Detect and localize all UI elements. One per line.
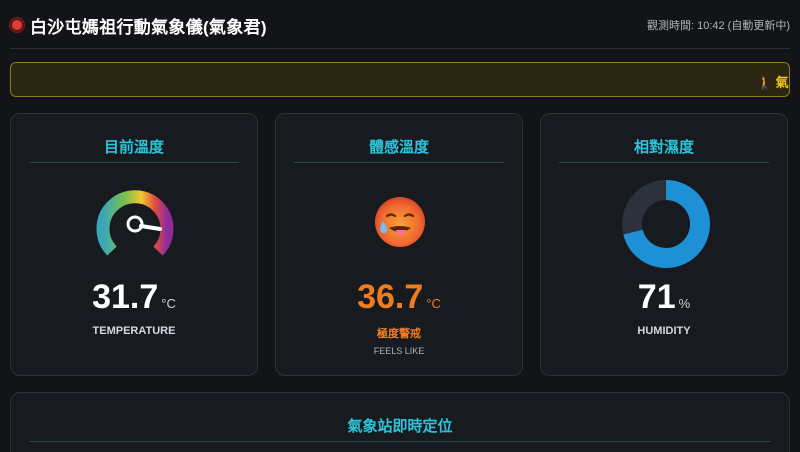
humidity-ring-chart — [622, 180, 710, 268]
walking-person-icon: 🚶 — [757, 76, 772, 90]
temperature-value: 31.7 — [92, 278, 159, 316]
card-divider — [559, 162, 769, 163]
live-indicator-icon — [10, 18, 24, 32]
humidity-value: 71 — [637, 278, 676, 316]
heat-warning-label: 極度警戒 — [377, 328, 421, 340]
card-divider — [294, 162, 504, 163]
alert-ticker: 🚶 氣 — [10, 62, 790, 97]
ticker-message: 氣 — [775, 75, 789, 90]
observation-time: 觀測時間: 10:42 (自動更新中) — [646, 20, 790, 32]
thermometer-gauge-icon — [96, 190, 174, 256]
app-header: 白沙屯媽祖行動氣象儀(氣象君) 觀測時間: 10:42 (自動更新中) — [0, 0, 800, 50]
temperature-unit: °C — [161, 296, 176, 311]
feels-like-unit: °C — [426, 296, 441, 311]
temperature-card: 目前溫度 31.7 °C TEMPERATURE — [10, 113, 258, 376]
page-title: 白沙屯媽祖行動氣象儀(氣象君) — [30, 17, 267, 37]
header-divider — [10, 48, 790, 49]
humidity-unit: % — [678, 296, 691, 311]
feels-like-card: 體感溫度 36.7 °C 極度警戒 FEELS LIKE — [275, 113, 523, 376]
card-divider — [29, 441, 771, 442]
humidity-value-row: 71% — [541, 278, 787, 317]
feels-like-title: 體感溫度 — [368, 139, 429, 156]
station-location-card: 氣象站即時定位 — [10, 392, 790, 452]
ticker-text: 🚶 氣 — [757, 72, 789, 91]
feels-like-value-row: 36.7 °C — [276, 278, 522, 317]
humidity-label: HUMIDITY — [637, 325, 691, 337]
feels-like-label: FEELS LIKE — [373, 346, 425, 356]
station-location-title: 氣象站即時定位 — [347, 418, 453, 435]
temperature-title: 目前溫度 — [103, 139, 164, 156]
hot-face-emoji-icon — [375, 197, 425, 247]
feels-like-value: 36.7 — [357, 278, 424, 316]
humidity-card: 相對濕度 71% HUMIDITY — [540, 113, 788, 376]
temperature-label: TEMPERATURE — [92, 325, 176, 337]
card-divider — [29, 162, 239, 163]
humidity-title: 相對濕度 — [633, 139, 694, 156]
temperature-value-row: 31.7 °C — [11, 278, 257, 317]
